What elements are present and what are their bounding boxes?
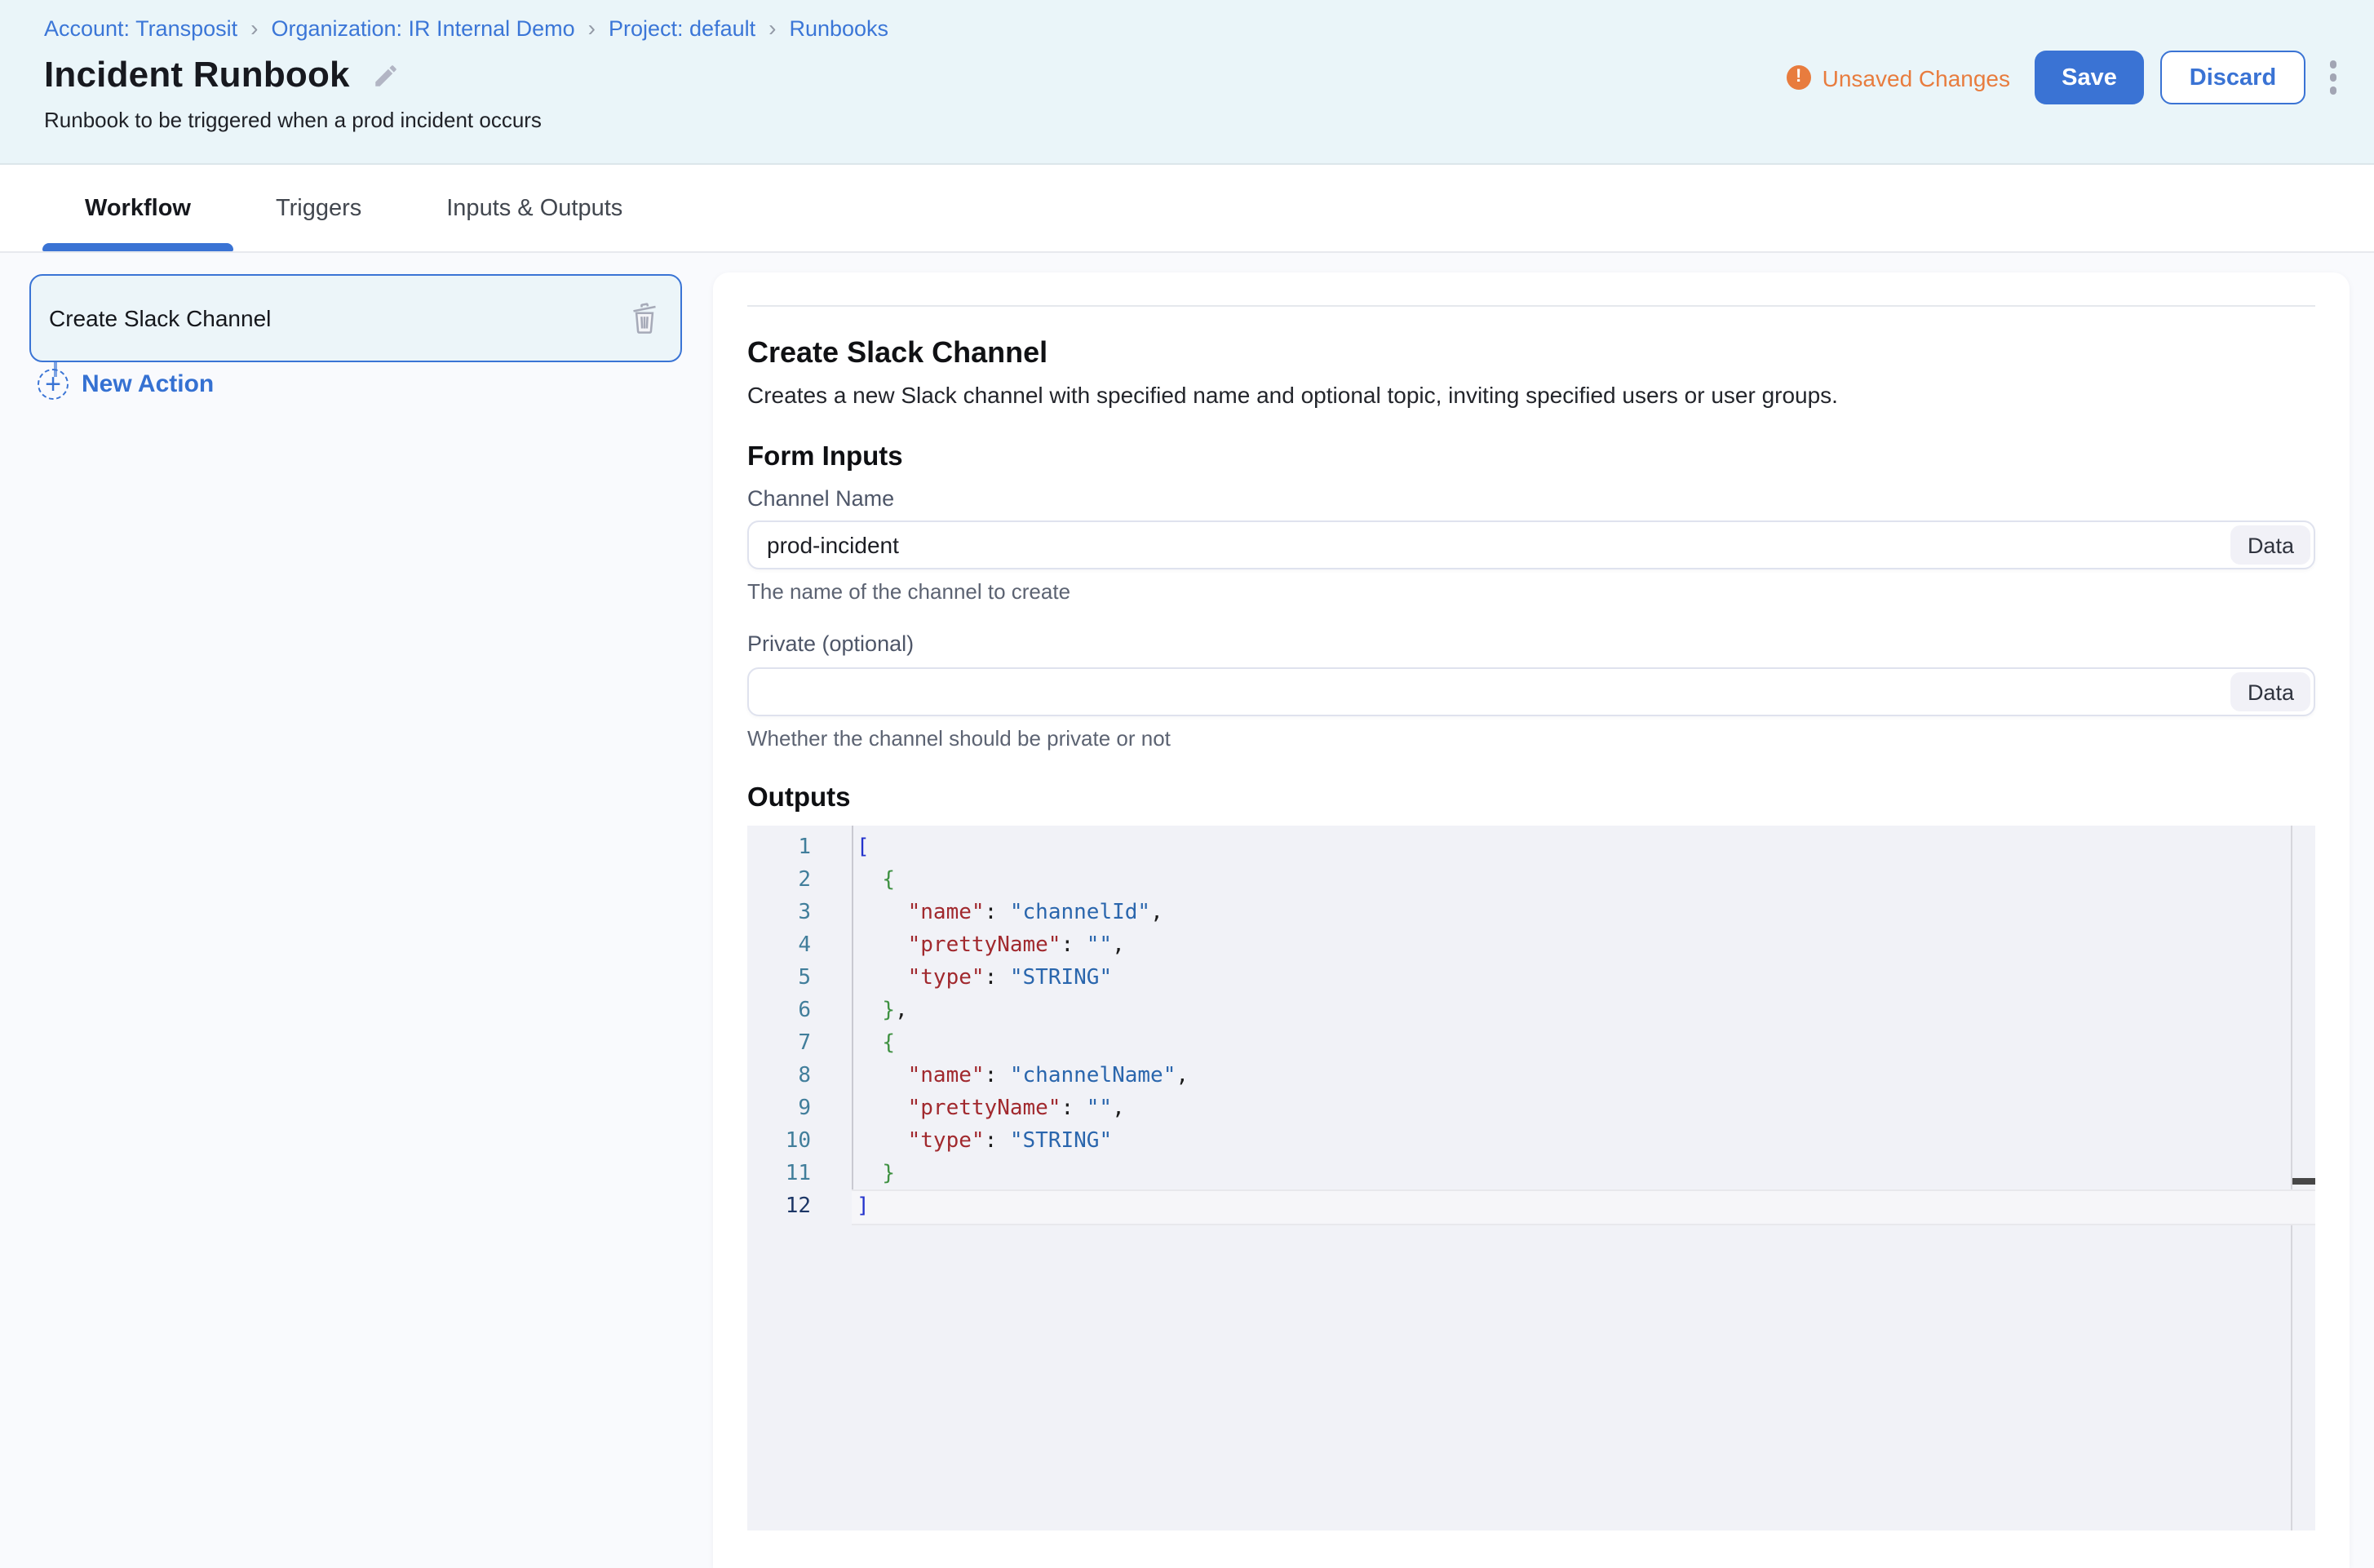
- private-data-button[interactable]: Data: [2231, 672, 2310, 711]
- section-divider: [747, 305, 2315, 307]
- action-detail-panel: Create Slack Channel Creates a new Slack…: [713, 272, 2350, 1568]
- unsaved-changes-badge: ! Unsaved Changes: [1787, 64, 2010, 91]
- line-number: 10: [747, 1126, 852, 1158]
- code-line[interactable]: 4 "prettyName": "",: [747, 930, 2315, 963]
- code-line[interactable]: 8 "name": "channelName",: [747, 1061, 2315, 1093]
- plus-icon: +: [38, 369, 69, 400]
- code-rows: 1[2 {3 "name": "channelId",4 "prettyName…: [747, 826, 2315, 1224]
- action-card-label: Create Slack Channel: [49, 305, 630, 331]
- more-options-kebab-icon[interactable]: [2315, 51, 2351, 104]
- line-number: 7: [747, 1028, 852, 1061]
- breadcrumb: Account: Transposit › Organization: IR Int…: [44, 16, 888, 41]
- line-number: 6: [747, 995, 852, 1028]
- code-line[interactable]: 7 {: [747, 1028, 2315, 1061]
- channel-name-help: The name of the channel to create: [747, 579, 2315, 605]
- action-title: Create Slack Channel: [747, 334, 2315, 370]
- private-label: Private (optional): [747, 631, 2315, 658]
- code-line[interactable]: 6 },: [747, 995, 2315, 1028]
- discard-button[interactable]: Discard: [2160, 51, 2305, 104]
- breadcrumb-link[interactable]: Runbooks: [789, 16, 888, 41]
- channel-name-label: Channel Name: [747, 486, 2315, 512]
- line-number: 8: [747, 1061, 852, 1093]
- code-line[interactable]: 1[: [747, 832, 2315, 865]
- tab-triggers[interactable]: Triggers: [233, 165, 404, 251]
- content-area: Create Slack Channel + New Action Create…: [0, 253, 2374, 1568]
- edit-title-pencil-icon[interactable]: [373, 61, 401, 89]
- line-number: 11: [747, 1158, 852, 1191]
- page-title: Incident Runbook: [44, 54, 350, 96]
- new-action-label: New Action: [82, 370, 214, 398]
- tab-workflow[interactable]: Workflow: [42, 165, 233, 251]
- new-action-button[interactable]: + New Action: [38, 369, 214, 400]
- line-number: 12: [747, 1191, 852, 1224]
- line-number: 5: [747, 963, 852, 995]
- channel-name-input[interactable]: [747, 520, 2315, 569]
- outputs-heading: Outputs: [747, 782, 2315, 814]
- breadcrumb-link[interactable]: Organization: IR Internal Demo: [271, 16, 574, 41]
- page-header: Account: Transposit › Organization: IR Int…: [0, 0, 2374, 165]
- private-input[interactable]: [747, 667, 2315, 716]
- breadcrumb-separator: ›: [768, 16, 776, 38]
- code-line[interactable]: 2 {: [747, 865, 2315, 897]
- channel-name-field: Data: [747, 520, 2315, 569]
- breadcrumb-separator: ›: [588, 16, 596, 38]
- form-inputs-heading: Form Inputs: [747, 441, 2315, 473]
- code-line[interactable]: 11 }: [747, 1158, 2315, 1191]
- code-line[interactable]: 10 "type": "STRING": [747, 1126, 2315, 1158]
- tab-list: WorkflowTriggersInputs & Outputs: [0, 165, 2374, 253]
- line-number: 1: [747, 832, 852, 865]
- breadcrumb-link[interactable]: Project: default: [609, 16, 755, 41]
- outputs-code-editor[interactable]: 1[2 {3 "name": "channelId",4 "prettyName…: [747, 826, 2315, 1530]
- unsaved-changes-label: Unsaved Changes: [1823, 64, 2010, 91]
- line-number: 9: [747, 1093, 852, 1126]
- editor-scroll-indicator[interactable]: [2292, 1178, 2315, 1185]
- private-help: Whether the channel should be private or…: [747, 726, 2315, 752]
- runbook-editor-page: Account: Transposit › Organization: IR Int…: [0, 0, 2374, 1568]
- code-line[interactable]: 3 "name": "channelId",: [747, 897, 2315, 930]
- line-number: 2: [747, 865, 852, 897]
- channel-name-data-button[interactable]: Data: [2231, 525, 2310, 565]
- workflow-action-card[interactable]: Create Slack Channel: [29, 274, 682, 362]
- breadcrumb-separator: ›: [250, 16, 258, 38]
- action-description: Creates a new Slack channel with specifi…: [747, 382, 2315, 410]
- page-subtitle: Runbook to be triggered when a prod inci…: [44, 108, 542, 132]
- tab-inputs-outputs[interactable]: Inputs & Outputs: [404, 165, 665, 251]
- breadcrumb-link[interactable]: Account: Transposit: [44, 16, 237, 41]
- private-field: Data: [747, 667, 2315, 716]
- code-line[interactable]: 5 "type": "STRING": [747, 963, 2315, 995]
- line-number: 3: [747, 897, 852, 930]
- delete-action-trash-icon[interactable]: [630, 302, 659, 334]
- code-line[interactable]: 9 "prettyName": "",: [747, 1093, 2315, 1126]
- warning-icon: !: [1787, 65, 1811, 90]
- line-number: 4: [747, 930, 852, 963]
- code-line[interactable]: 12]: [747, 1191, 2315, 1224]
- save-button[interactable]: Save: [2035, 51, 2144, 104]
